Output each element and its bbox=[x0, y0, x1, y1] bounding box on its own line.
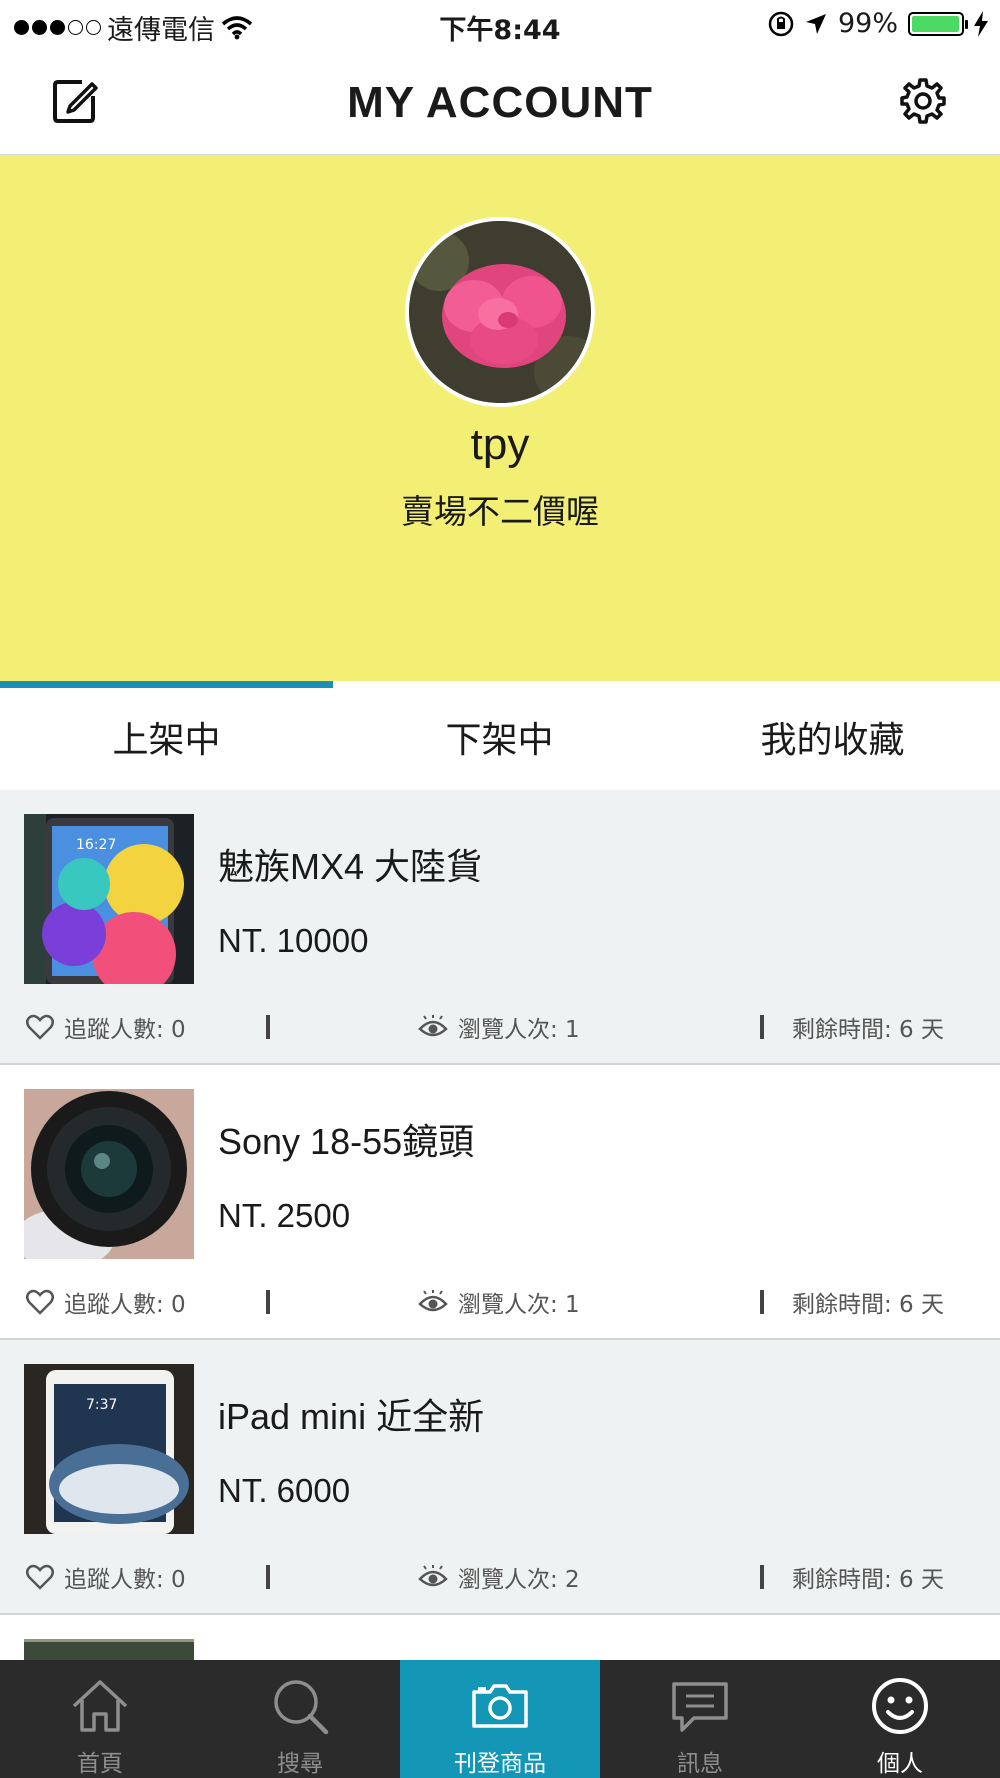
views-count: 瀏覽人次: 2 bbox=[458, 1567, 580, 1593]
gear-icon[interactable] bbox=[898, 76, 948, 126]
user-bio: 賣場不二價喔 bbox=[401, 492, 599, 531]
nav-bar: MY ACCOUNT bbox=[0, 52, 1000, 155]
tab-favorites[interactable]: 我的收藏 bbox=[666, 711, 999, 763]
search-icon bbox=[274, 1680, 329, 1735]
battery-percent: 99% bbox=[837, 8, 898, 39]
eye-icon bbox=[418, 1015, 448, 1037]
item-title[interactable]: 魅族MX4 大陸貨 bbox=[218, 838, 482, 890]
list-item[interactable]: 16:27 魅族MX4 大陸貨 NT. 10000 追蹤人數: 0 瀏覽人次: … bbox=[0, 790, 1000, 1065]
home-icon bbox=[72, 1680, 128, 1732]
heart-icon bbox=[26, 1014, 54, 1040]
remaining-time: 剩餘時間: 6 天 bbox=[792, 1017, 945, 1043]
item-thumbnail[interactable] bbox=[24, 1089, 194, 1259]
stat-divider bbox=[760, 1290, 764, 1314]
views-count: 瀏覽人次: 1 bbox=[458, 1017, 580, 1043]
tab-unlisted[interactable]: 下架中 bbox=[333, 711, 666, 763]
avatar[interactable] bbox=[405, 217, 595, 407]
followers-count: 追蹤人數: 0 bbox=[64, 1292, 186, 1318]
views-stat: 瀏覽人次: 1 bbox=[418, 1285, 580, 1319]
stat-divider bbox=[266, 1290, 270, 1314]
svg-text:7:37: 7:37 bbox=[86, 1397, 117, 1413]
eye-icon bbox=[418, 1290, 448, 1312]
eye-icon bbox=[418, 1565, 448, 1587]
tab-messages[interactable]: 訊息 bbox=[600, 1660, 800, 1778]
location-arrow-icon bbox=[805, 13, 826, 34]
status-right: 99% bbox=[768, 8, 988, 39]
item-price: NT. 10000 bbox=[218, 922, 369, 959]
active-tab-indicator bbox=[0, 681, 333, 688]
listing-tabs: 上架中 下架中 我的收藏 bbox=[0, 681, 1000, 790]
tab-listed[interactable]: 上架中 bbox=[0, 711, 333, 763]
list-item[interactable]: Sony 18-55鏡頭 NT. 2500 追蹤人數: 0 瀏覽人次: 1 剩餘… bbox=[0, 1065, 1000, 1340]
item-title[interactable]: iPad mini 近全新 bbox=[218, 1388, 484, 1440]
item-title[interactable]: Sony 18-55鏡頭 bbox=[218, 1113, 474, 1165]
stat-divider bbox=[266, 1015, 270, 1039]
tab-post-item[interactable]: 刊登商品 bbox=[400, 1660, 600, 1778]
tab-profile-label: 個人 bbox=[877, 1751, 923, 1777]
item-thumbnail[interactable]: 16:27 bbox=[24, 814, 194, 984]
stat-divider bbox=[760, 1565, 764, 1589]
rotation-lock-icon bbox=[768, 11, 794, 36]
stat-divider bbox=[266, 1565, 270, 1589]
smiley-icon bbox=[872, 1678, 928, 1734]
views-stat: 瀏覽人次: 2 bbox=[418, 1560, 580, 1594]
tab-messages-label: 訊息 bbox=[677, 1751, 723, 1777]
camera-icon bbox=[472, 1684, 528, 1728]
views-count: 瀏覽人次: 1 bbox=[458, 1292, 580, 1318]
chat-icon bbox=[672, 1682, 728, 1732]
tab-search-label: 搜尋 bbox=[277, 1751, 323, 1777]
tab-home-label: 首頁 bbox=[77, 1751, 123, 1777]
heart-icon bbox=[26, 1289, 54, 1315]
list-item[interactable]: 7:37 iPad mini 近全新 NT. 6000 追蹤人數: 0 瀏覽人次… bbox=[0, 1340, 1000, 1615]
tab-profile[interactable]: 個人 bbox=[800, 1660, 1000, 1778]
followers-stat: 追蹤人數: 0 bbox=[26, 1285, 186, 1319]
charging-bolt-icon bbox=[974, 10, 988, 37]
item-thumbnail[interactable]: 7:37 bbox=[24, 1364, 194, 1534]
item-stats: 追蹤人數: 0 瀏覽人次: 1 剩餘時間: 6 天 bbox=[0, 1010, 1000, 1050]
followers-count: 追蹤人數: 0 bbox=[64, 1567, 186, 1593]
heart-icon bbox=[26, 1564, 54, 1590]
svg-text:16:27: 16:27 bbox=[76, 837, 116, 853]
remaining-time: 剩餘時間: 6 天 bbox=[792, 1292, 945, 1318]
item-stats: 追蹤人數: 0 瀏覽人次: 2 剩餘時間: 6 天 bbox=[0, 1560, 1000, 1600]
stat-divider bbox=[760, 1015, 764, 1039]
bottom-tab-bar: 首頁 搜尋 刊登商品 訊息 個人 bbox=[0, 1660, 1000, 1778]
item-price: NT. 2500 bbox=[218, 1197, 351, 1234]
followers-stat: 追蹤人數: 0 bbox=[26, 1010, 186, 1044]
profile-header: tpy 賣場不二價喔 bbox=[0, 155, 1000, 681]
username: tpy bbox=[470, 420, 530, 469]
remaining-time: 剩餘時間: 6 天 bbox=[792, 1567, 945, 1593]
battery-icon bbox=[908, 11, 968, 36]
status-bar: 遠傳電信 下午8:44 99% bbox=[0, 0, 1000, 52]
followers-count: 追蹤人數: 0 bbox=[64, 1017, 186, 1043]
page-title: MY ACCOUNT bbox=[347, 78, 653, 127]
tab-post-item-label: 刊登商品 bbox=[454, 1751, 546, 1777]
item-stats: 追蹤人數: 0 瀏覽人次: 1 剩餘時間: 6 天 bbox=[0, 1285, 1000, 1325]
tab-home[interactable]: 首頁 bbox=[0, 1660, 200, 1778]
followers-stat: 追蹤人數: 0 bbox=[26, 1560, 186, 1594]
item-price: NT. 6000 bbox=[218, 1472, 351, 1509]
views-stat: 瀏覽人次: 1 bbox=[418, 1010, 580, 1044]
tab-search[interactable]: 搜尋 bbox=[200, 1660, 400, 1778]
item-thumbnail[interactable] bbox=[24, 1639, 194, 1660]
